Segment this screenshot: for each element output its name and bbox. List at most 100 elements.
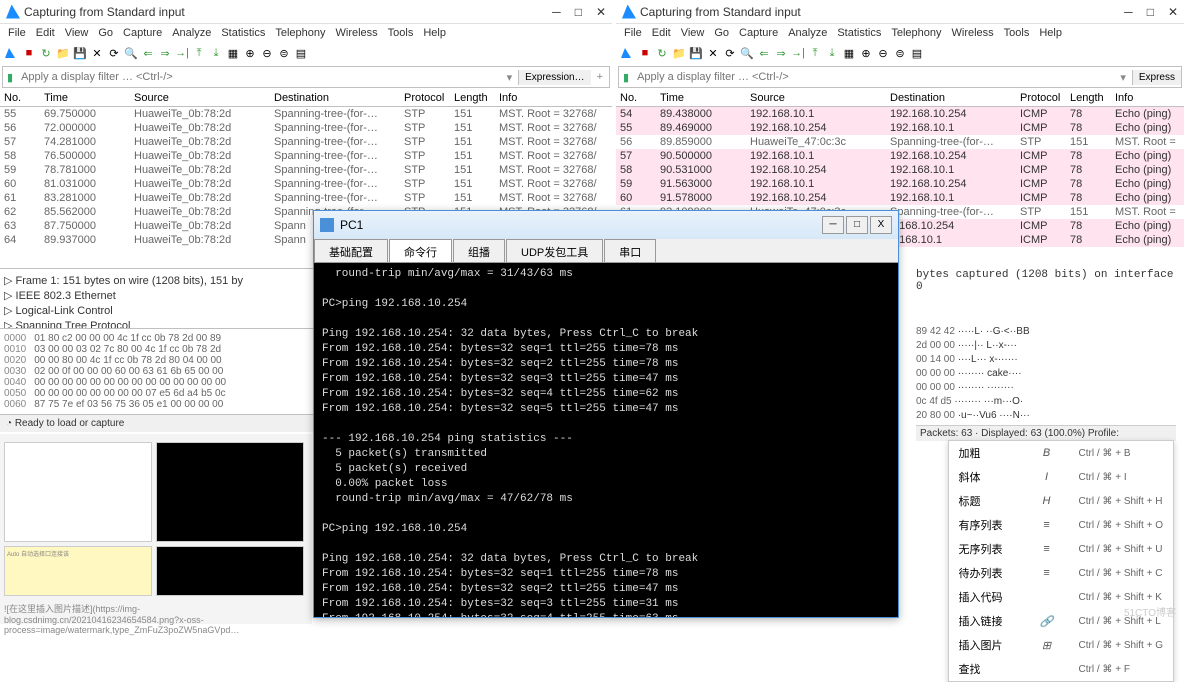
zoom-in-icon[interactable]: ⊕ [858,45,874,61]
menu-edit[interactable]: Edit [36,27,55,39]
menu-edit[interactable]: Edit [652,27,671,39]
packet-row[interactable]: 5569.750000HuaweiTe_0b:78:2dSpanning-tre… [0,107,612,121]
thumbnail-1[interactable] [4,442,152,542]
zoom-in-icon[interactable]: ⊕ [242,45,258,61]
col-protocol[interactable]: Protocol [1016,92,1066,104]
titlebar[interactable]: Capturing from Standard input ─ □ ✕ [0,0,612,24]
zoom-reset-icon[interactable]: ⊜ [892,45,908,61]
col-info[interactable]: Info [1111,92,1184,104]
col-destination[interactable]: Destination [270,92,400,104]
thumbnail-2[interactable] [156,442,304,542]
close-icon[interactable]: ✕ [1168,5,1178,19]
packet-row[interactable]: 6081.031000HuaweiTe_0b:78:2dSpanning-tre… [0,177,612,191]
col-source[interactable]: Source [746,92,886,104]
packet-row[interactable]: 5489.438000192.168.10.1192.168.10.254ICM… [616,107,1184,121]
next-icon[interactable]: ⇒ [157,45,173,61]
ctx-item[interactable]: 有序列表≡Ctrl / ⌘ + Shift + O [949,513,1173,537]
minimize-icon[interactable]: ─ [1124,5,1133,19]
minimize-icon[interactable]: ─ [552,5,561,19]
ctx-item[interactable]: 加粗BCtrl / ⌘ + B [949,441,1173,465]
restart-icon[interactable]: ↻ [38,45,54,61]
packet-row[interactable]: 5774.281000HuaweiTe_0b:78:2dSpanning-tre… [0,135,612,149]
shark-icon[interactable] [620,45,636,61]
col-no[interactable]: No. [616,92,656,104]
resize-cols-icon[interactable]: ▤ [909,45,925,61]
add-filter-icon[interactable]: + [591,69,609,85]
menu-go[interactable]: Go [98,27,113,39]
dropdown-icon[interactable]: ▾ [501,71,519,84]
maximize-button[interactable]: □ [846,216,868,234]
menu-help[interactable]: Help [423,27,446,39]
packet-row[interactable]: 5589.469000192.168.10.254192.168.10.1ICM… [616,121,1184,135]
packet-row[interactable]: 6183.281000HuaweiTe_0b:78:2dSpanning-tre… [0,191,612,205]
filter-input[interactable] [17,69,501,85]
menu-view[interactable]: View [65,27,89,39]
dropdown-icon[interactable]: ▾ [1114,71,1132,84]
menu-capture[interactable]: Capture [739,27,778,39]
jump-icon[interactable]: →| [174,45,190,61]
menu-analyze[interactable]: Analyze [172,27,211,39]
close-button[interactable]: X [870,216,892,234]
bookmark-icon[interactable]: ▮ [3,71,17,84]
jump-icon[interactable]: →| [790,45,806,61]
bookmark-icon[interactable]: ▮ [619,71,633,84]
col-info[interactable]: Info [495,92,612,104]
menu-go[interactable]: Go [714,27,729,39]
tab-0[interactable]: 基础配置 [314,239,388,262]
menu-statistics[interactable]: Statistics [837,27,881,39]
menu-tools[interactable]: Tools [388,27,414,39]
ctx-item[interactable]: 插入图片⊞Ctrl / ⌘ + Shift + G [949,633,1173,657]
menu-wireless[interactable]: Wireless [336,27,378,39]
open-icon[interactable]: 📁 [671,45,687,61]
menu-help[interactable]: Help [1039,27,1062,39]
menu-statistics[interactable]: Statistics [221,27,265,39]
zoom-reset-icon[interactable]: ⊜ [276,45,292,61]
find-icon[interactable]: 🔍 [123,45,139,61]
close-icon[interactable]: ✕ [596,5,606,19]
last-icon[interactable]: ⤓ [824,45,840,61]
ctx-item[interactable]: 斜体ICtrl / ⌘ + I [949,465,1173,489]
col-source[interactable]: Source [130,92,270,104]
packet-row[interactable]: 5991.563000192.168.10.1192.168.10.254ICM… [616,177,1184,191]
maximize-icon[interactable]: □ [1147,5,1154,19]
restart-icon[interactable]: ↻ [654,45,670,61]
first-icon[interactable]: ⤒ [191,45,207,61]
menu-tools[interactable]: Tools [1004,27,1030,39]
expression-button[interactable]: Express [1132,70,1181,85]
reload-icon[interactable]: ⟳ [106,45,122,61]
col-protocol[interactable]: Protocol [400,92,450,104]
colorize-icon[interactable]: ▦ [841,45,857,61]
packet-row[interactable]: 5890.531000192.168.10.254192.168.10.1ICM… [616,163,1184,177]
save-icon[interactable]: 💾 [72,45,88,61]
packet-row[interactable]: 5876.500000HuaweiTe_0b:78:2dSpanning-tre… [0,149,612,163]
menu-analyze[interactable]: Analyze [788,27,827,39]
packet-row[interactable]: 5790.500000192.168.10.1192.168.10.254ICM… [616,149,1184,163]
ctx-item[interactable]: 标题HCtrl / ⌘ + Shift + H [949,489,1173,513]
reload-icon[interactable]: ⟳ [722,45,738,61]
menu-wireless[interactable]: Wireless [952,27,994,39]
menu-view[interactable]: View [681,27,705,39]
menu-file[interactable]: File [624,27,642,39]
ctx-item[interactable]: 查找Ctrl / ⌘ + F [949,657,1173,681]
close-file-icon[interactable]: ✕ [89,45,105,61]
zoom-out-icon[interactable]: ⊖ [875,45,891,61]
prev-icon[interactable]: ⇐ [140,45,156,61]
packet-row[interactable]: 5978.781000HuaweiTe_0b:78:2dSpanning-tre… [0,163,612,177]
tab-1[interactable]: 命令行 [389,239,452,262]
tab-4[interactable]: 串口 [604,239,656,262]
stop-icon[interactable]: ■ [637,45,653,61]
minimize-button[interactable]: ─ [822,216,844,234]
maximize-icon[interactable]: □ [575,5,582,19]
pc1-titlebar[interactable]: PC1 ─ □ X [314,211,898,239]
titlebar[interactable]: Capturing from Standard input ─ □ ✕ [616,0,1184,24]
tab-3[interactable]: UDP发包工具 [506,239,603,262]
colorize-icon[interactable]: ▦ [225,45,241,61]
last-icon[interactable]: ⤓ [208,45,224,61]
find-icon[interactable]: 🔍 [739,45,755,61]
col-time[interactable]: Time [40,92,130,104]
col-destination[interactable]: Destination [886,92,1016,104]
col-length[interactable]: Length [1066,92,1111,104]
save-icon[interactable]: 💾 [688,45,704,61]
packet-row[interactable]: 5689.859000HuaweiTe_47:0c:3cSpanning-tre… [616,135,1184,149]
tab-2[interactable]: 组播 [453,239,505,262]
